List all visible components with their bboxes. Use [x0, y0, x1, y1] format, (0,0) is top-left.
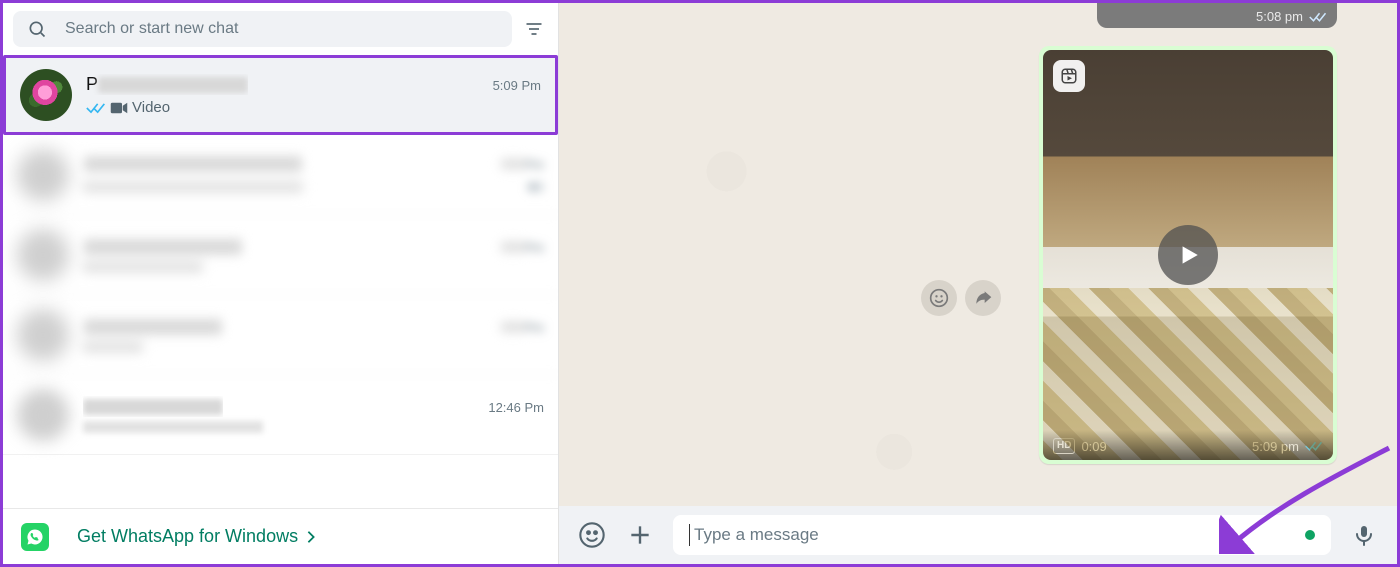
- message-hover-actions: [921, 280, 1001, 316]
- read-ticks-icon: [86, 101, 106, 115]
- search-input[interactable]: [65, 20, 500, 38]
- video-message-bubble[interactable]: HD 0:09 5:09 pm: [1039, 46, 1337, 464]
- voice-message-button[interactable]: [1349, 520, 1379, 550]
- avatar: [17, 389, 69, 441]
- chat-item-body: P 5:09 Pm Video: [86, 74, 541, 116]
- chat-item[interactable]: Pm: [3, 295, 558, 375]
- chat-preview: Video: [86, 99, 541, 116]
- message-time: 5:08 pm: [1256, 9, 1303, 24]
- react-emoji-button[interactable]: [921, 280, 957, 316]
- video-icon: [110, 101, 128, 115]
- message-input[interactable]: Type a message: [673, 515, 1331, 555]
- avatar: [17, 229, 69, 281]
- search-box[interactable]: [13, 11, 512, 47]
- muted-icon: [526, 178, 544, 196]
- whatsapp-web-app: P 5:09 Pm Video: [0, 0, 1400, 567]
- reels-icon: [1053, 60, 1085, 92]
- chat-item[interactable]: Pm: [3, 135, 558, 215]
- whatsapp-logo-icon: [21, 523, 49, 551]
- emoji-picker-button[interactable]: [577, 520, 607, 550]
- chat-item[interactable]: Pm: [3, 215, 558, 295]
- avatar: [17, 309, 69, 361]
- chat-time: 12:46 Pm: [488, 400, 544, 415]
- messages-area: 5:08 pm HD 0:09: [559, 3, 1397, 506]
- hd-badge: HD: [1053, 438, 1075, 454]
- chat-item[interactable]: 12:46 Pm: [3, 375, 558, 455]
- chat-name: P: [86, 74, 248, 95]
- video-duration: 0:09: [1081, 439, 1106, 454]
- avatar: [17, 149, 69, 201]
- read-ticks-icon: [1309, 11, 1327, 23]
- chat-time: 5:09 Pm: [493, 78, 541, 93]
- chat-list: P 5:09 Pm Video: [3, 55, 558, 508]
- play-button[interactable]: [1158, 225, 1218, 285]
- message-time: 5:09 pm: [1252, 439, 1299, 454]
- message-placeholder: Type a message: [694, 525, 1305, 545]
- chat-list-pane: P 5:09 Pm Video: [3, 3, 559, 564]
- search-icon: [27, 19, 47, 39]
- get-desktop-promo[interactable]: Get WhatsApp for Windows: [3, 508, 558, 564]
- filter-icon[interactable]: [520, 15, 548, 43]
- composer-bar: Type a message: [559, 506, 1397, 564]
- previous-message-footer: 5:08 pm: [1097, 3, 1337, 28]
- attach-button[interactable]: [625, 520, 655, 550]
- promo-text: Get WhatsApp for Windows: [77, 526, 316, 547]
- text-cursor: [689, 524, 690, 546]
- video-footer: HD 0:09 5:09 pm: [1043, 430, 1333, 460]
- chevron-right-icon: [306, 530, 316, 544]
- chat-item-selected[interactable]: P 5:09 Pm Video: [3, 55, 558, 135]
- conversation-pane: 5:08 pm HD 0:09: [559, 3, 1397, 564]
- chat-preview-text: Video: [132, 99, 170, 116]
- search-row: [3, 3, 558, 55]
- status-dot-icon: [1305, 530, 1315, 540]
- read-ticks-icon: [1305, 440, 1323, 452]
- forward-button[interactable]: [965, 280, 1001, 316]
- video-thumbnail[interactable]: HD 0:09 5:09 pm: [1043, 50, 1333, 460]
- avatar: [20, 69, 72, 121]
